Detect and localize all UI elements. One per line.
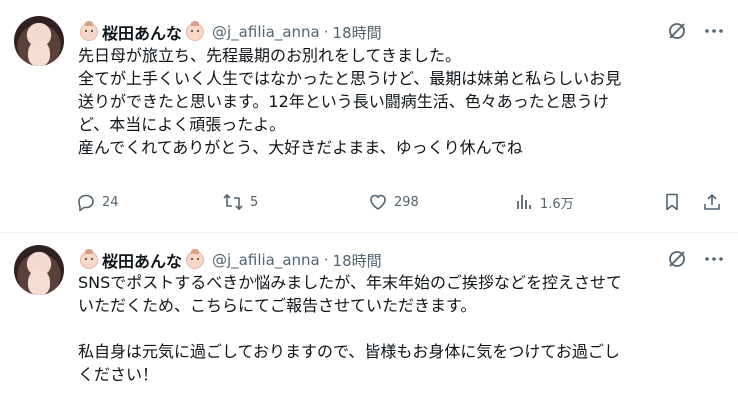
share-button[interactable] [702,192,728,212]
tweet[interactable]: 桜田あんな @j_afilia_anna · 18時間 SNSでポストするべきか… [0,233,738,417]
user-handle[interactable]: @j_afilia_anna [212,251,320,269]
bookmark-icon [666,193,678,211]
tweet-header: 桜田あんな @j_afilia_anna · 18時間 [78,20,382,44]
repost-button[interactable]: 5 [222,192,258,212]
like-count: 298 [394,194,419,210]
tweet[interactable]: 桜田あんな @j_afilia_anna · 18時間 先日母が旅立ち、先程最期… [0,0,738,233]
share-icon [704,194,720,210]
like-button[interactable]: 298 [368,192,419,212]
display-name[interactable]: 桜田あんな [102,248,182,272]
user-handle[interactable]: @j_afilia_anna [212,23,320,41]
reply-icon [78,194,94,212]
tweet-line: SNSでポストするべきか悩みましたが、年末年始のご挨拶などを控えさせて [78,273,622,292]
reply-count: 24 [102,194,119,210]
view-count: 1.6万 [540,196,574,212]
tweet-header: 桜田あんな @j_afilia_anna · 18時間 [78,248,382,272]
timestamp[interactable]: 18時間 [333,22,382,43]
baby-emoji-icon [80,249,98,269]
tweet-text: 先日母が旅立ち、先程最期のお別れをしてきました。 全てが上手くいく人生ではなかっ… [78,44,728,159]
tweet-line: 産んでくれてありがとう、大好きだよまま、ゆっくり休んでね [78,138,523,157]
baby-emoji-icon [186,21,205,41]
views-button[interactable]: 1.6万 [514,192,574,212]
avatar[interactable] [14,245,64,295]
tweet-actions: 24 5 298 1.6万 [0,192,738,218]
baby-emoji-icon [186,249,205,269]
timestamp[interactable]: 18時間 [333,250,382,271]
tweet-text: SNSでポストするべきか悩みましたが、年末年始のご挨拶などを控えさせて いただく… [78,271,728,386]
display-name[interactable]: 桜田あんな [102,20,182,44]
baby-emoji-icon [80,21,98,41]
bookmark-button[interactable] [662,192,688,212]
tweet-line: 全てが上手くいく人生ではなかったと思うけど、最期は妹弟と私らしいお見 [78,69,622,88]
heart-icon [370,194,386,210]
tweet-line: ください！ [78,365,159,384]
tweet-line: 先日母が旅立ち、先程最期のお別れをしてきました。 [78,46,462,65]
repost-count: 5 [250,194,259,210]
tweet-line: 私自身は元気に過ごしておりますので、皆様もお身体に気をつけてお過ごし [78,342,620,361]
more-icon[interactable] [703,20,725,46]
views-icon [517,195,531,209]
repost-icon [223,194,243,210]
tweet-line: ど、本当によく頑張ったよ。 [78,115,286,134]
slash-circle-icon[interactable] [666,20,688,46]
avatar[interactable] [14,16,64,66]
separator-dot: · [323,23,329,41]
separator-dot: · [323,251,329,269]
tweet-line: 送りができたと思います。12年という長い闘病生活、色々あったと思うけ [78,92,609,111]
tweet-line: いただくため、こちらにてご報告させていただきます。 [78,296,477,315]
reply-button[interactable]: 24 [76,192,119,212]
